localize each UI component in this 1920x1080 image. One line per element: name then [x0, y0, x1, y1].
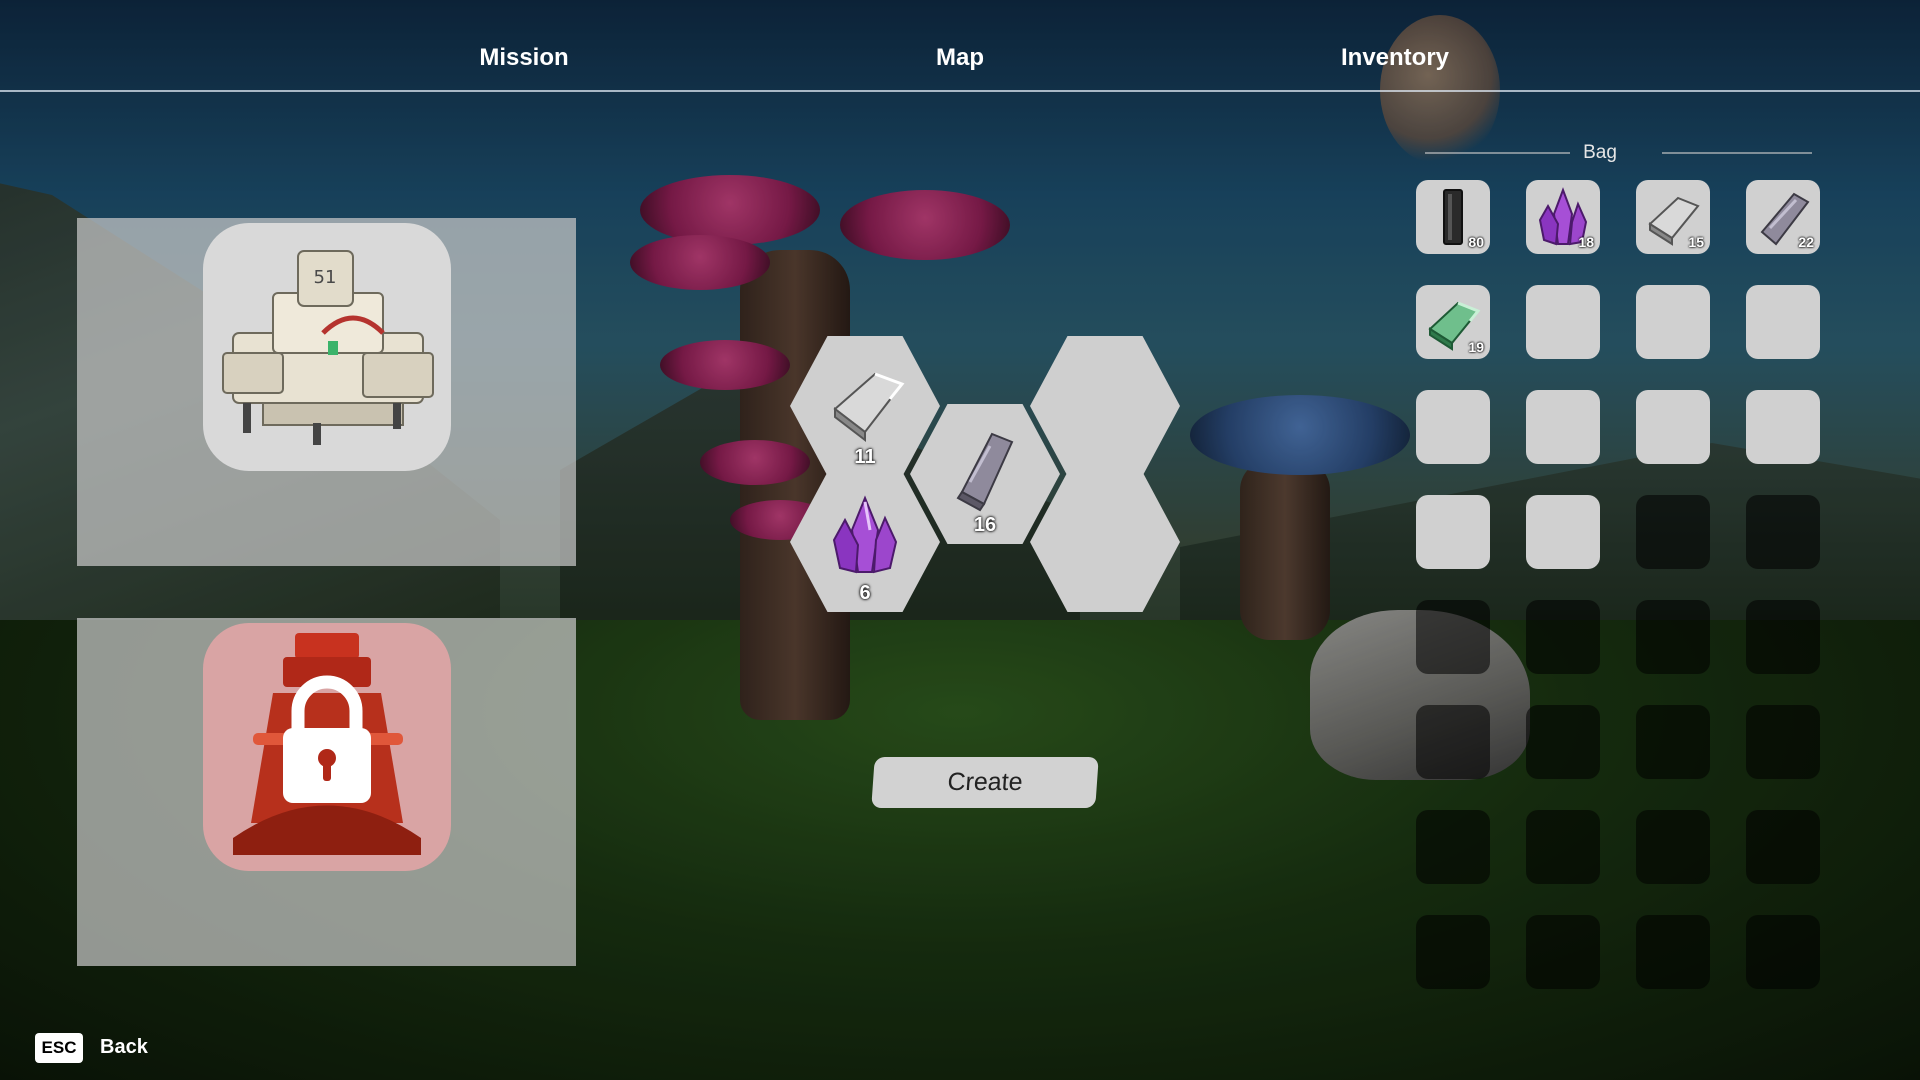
- bag-slot-purple-crystal[interactable]: 18: [1526, 180, 1600, 254]
- bag-slot-empty[interactable]: [1746, 390, 1820, 464]
- bag-slot-unavailable: [1746, 495, 1820, 569]
- bag-divider-right: [1662, 152, 1812, 154]
- bag-slot-empty[interactable]: [1526, 285, 1600, 359]
- bag-slot-unavailable: [1636, 495, 1710, 569]
- svg-text:51: 51: [314, 267, 337, 288]
- recipe-panel-red-machine[interactable]: [77, 618, 576, 966]
- bag-slot-unavailable: [1636, 915, 1710, 989]
- bag-slot-unavailable: [1526, 705, 1600, 779]
- dark-metal-plate-icon: [956, 432, 1014, 512]
- bag-slot-unavailable: [1526, 915, 1600, 989]
- bag-slot-unavailable: [1746, 810, 1820, 884]
- red-machine-icon[interactable]: [203, 623, 451, 871]
- bag-slot-unavailable: [1746, 600, 1820, 674]
- bag-slot-unavailable: [1636, 810, 1710, 884]
- item-count: 22: [1798, 234, 1814, 250]
- bag-slot-green-ingot[interactable]: 19: [1416, 285, 1490, 359]
- silver-ingot-icon: [833, 372, 905, 443]
- bag-slot-silver-ingot[interactable]: 15: [1636, 180, 1710, 254]
- tab-map[interactable]: Map: [936, 44, 984, 72]
- bag-slot-dark-metal-plate[interactable]: 22: [1746, 180, 1820, 254]
- bag-slot-empty[interactable]: [1526, 495, 1600, 569]
- bag-divider-left: [1425, 152, 1570, 154]
- item-count: 15: [1688, 234, 1704, 250]
- bag-slot-unavailable: [1416, 600, 1490, 674]
- create-button[interactable]: Create: [871, 757, 1099, 808]
- item-count: 18: [1578, 234, 1594, 250]
- bag-slot-empty[interactable]: [1746, 285, 1820, 359]
- lock-icon: [283, 675, 371, 803]
- back-button[interactable]: Back: [100, 1036, 148, 1059]
- bag-slot-dark-bar[interactable]: 80: [1416, 180, 1490, 254]
- bag-slot-unavailable: [1416, 705, 1490, 779]
- bag-slot-unavailable: [1746, 705, 1820, 779]
- purple-crystal-icon: [832, 495, 898, 574]
- top-navigation: Mission Map Inventory: [0, 0, 1920, 92]
- item-count: 19: [1468, 339, 1484, 355]
- bag-slot-unavailable: [1746, 915, 1820, 989]
- bag-slot-unavailable: [1416, 915, 1490, 989]
- bag-slot-empty[interactable]: [1416, 495, 1490, 569]
- bag-slot-empty[interactable]: [1636, 285, 1710, 359]
- tab-mission[interactable]: Mission: [479, 44, 568, 72]
- tab-inventory[interactable]: Inventory: [1341, 44, 1449, 72]
- esc-key-badge: ESC: [35, 1033, 83, 1063]
- recipe-panel-base-structure[interactable]: 51: [77, 218, 576, 566]
- bag-slot-unavailable: [1526, 810, 1600, 884]
- bag-slot-unavailable: [1416, 810, 1490, 884]
- bag-slot-empty[interactable]: [1526, 390, 1600, 464]
- item-count: 80: [1468, 234, 1484, 250]
- bag-slot-unavailable: [1526, 600, 1600, 674]
- bag-slot-empty[interactable]: [1636, 390, 1710, 464]
- bag-slot-empty[interactable]: [1416, 390, 1490, 464]
- bag-slot-unavailable: [1636, 705, 1710, 779]
- bag-slot-unavailable: [1636, 600, 1710, 674]
- base-structure-icon[interactable]: 51: [203, 223, 451, 471]
- bag-title: Bag: [1583, 142, 1617, 163]
